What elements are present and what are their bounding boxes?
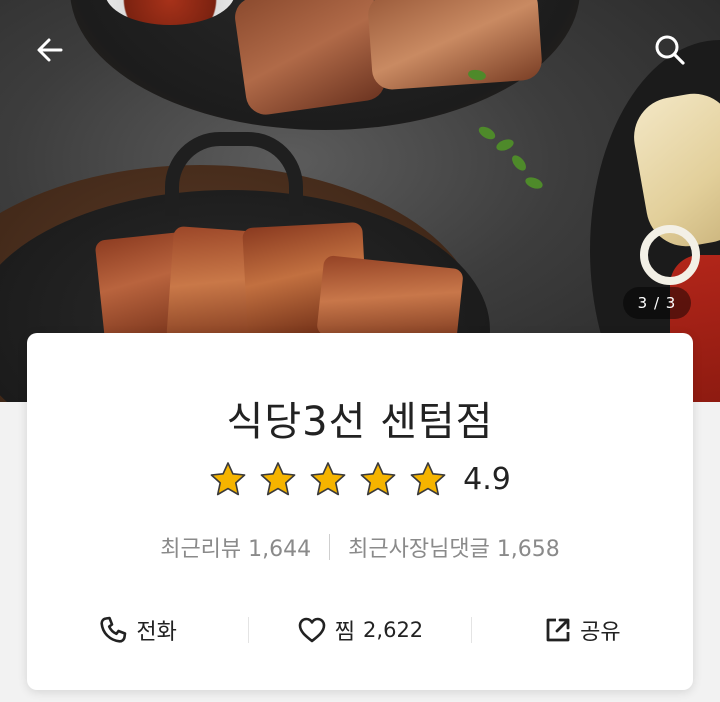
star-icon (310, 462, 346, 496)
star-icon (410, 462, 446, 496)
action-bar: 전화 찜 2,622 공유 (27, 608, 693, 652)
search-icon (655, 35, 685, 65)
back-button[interactable] (28, 28, 72, 72)
rating-stars (209, 461, 447, 497)
hero-meat (232, 0, 388, 118)
store-name: 식당3선 센텀점 (226, 399, 494, 445)
heart-icon (298, 617, 326, 643)
hero-herb (523, 175, 545, 191)
recent-reviews-link[interactable]: 최근리뷰 1,644 (160, 531, 311, 563)
hero-meat (366, 0, 544, 91)
hero-herb (509, 152, 529, 174)
star-icon (210, 462, 246, 496)
star-icon (260, 462, 296, 496)
call-button[interactable]: 전화 (27, 608, 248, 652)
search-button[interactable] (648, 28, 692, 72)
favorite-count: 2,622 (363, 618, 424, 642)
hero-onion (640, 225, 700, 285)
arrow-left-icon (37, 38, 63, 62)
divider (329, 534, 331, 560)
rating-score: 4.9 (463, 461, 511, 497)
favorite-button[interactable]: 찜 2,622 (249, 608, 470, 652)
recent-owner-replies-link[interactable]: 최근사장님댓글 1,658 (348, 531, 560, 563)
star-icon (360, 462, 396, 496)
store-rating[interactable]: 4.9 (27, 461, 693, 497)
hero-herb (494, 137, 516, 153)
share-label: 공유 (580, 620, 621, 645)
share-button[interactable]: 공유 (472, 608, 693, 652)
image-counter: 3 / 3 (623, 287, 691, 319)
store-info-card: 식당3선 센텀점 4.9 최근리뷰 1,644 최근사장님댓글 1,658 전화… (27, 333, 693, 690)
share-icon (546, 618, 570, 642)
phone-icon (100, 616, 127, 643)
call-label: 전화 (136, 620, 177, 645)
favorite-label: 찜 (334, 620, 356, 645)
hero-herb (476, 124, 498, 142)
review-counts: 최근리뷰 1,644 최근사장님댓글 1,658 (27, 531, 693, 563)
hero-pan-handle (165, 132, 303, 216)
